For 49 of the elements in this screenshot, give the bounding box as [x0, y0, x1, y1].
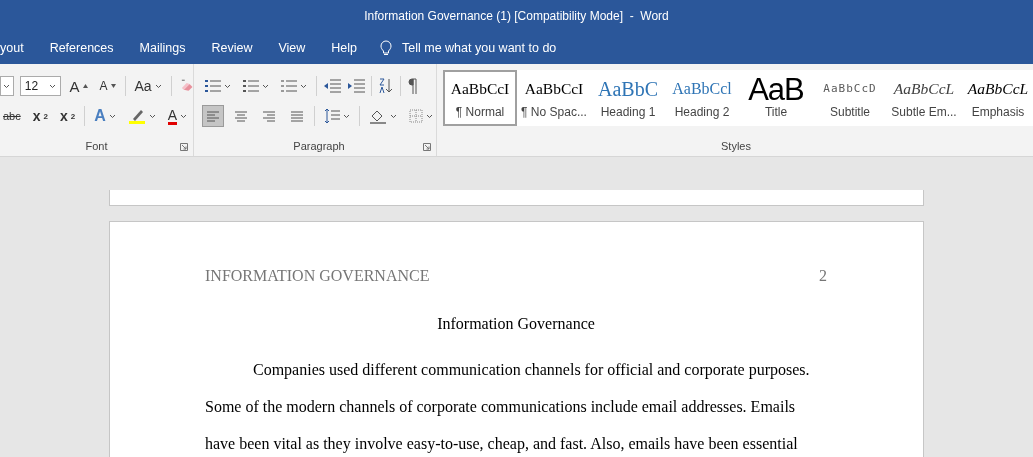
group-label: Styles — [721, 139, 751, 154]
window-title: Information Governance (1) [Compatibility Mode] - Word — [364, 9, 669, 23]
dialog-launcher-icon[interactable] — [180, 143, 188, 151]
pilcrow-icon[interactable] — [407, 78, 417, 94]
ribbon-tab[interactable]: Review — [198, 32, 266, 64]
running-head: INFORMATION GOVERNANCE — [205, 267, 430, 285]
ribbon-tab[interactable]: Mailings — [126, 32, 199, 64]
ribbon-tab[interactable]: Help — [318, 32, 371, 64]
grow-font-button[interactable]: A — [66, 75, 91, 97]
justify-icon — [290, 109, 304, 123]
up-caret-icon — [82, 84, 88, 88]
sort-icon[interactable] — [378, 78, 394, 94]
body-paragraph: Companies used different communication channels for official and corporate purposes. Some of the modern channels of corporate communications include email addresses. Emails have been vital as they involve easy-to-use, cheap, and fast. Also, emails have been essential — [205, 360, 811, 455]
dialog-launcher-icon[interactable] — [423, 143, 431, 151]
increase-indent-icon[interactable] — [347, 79, 365, 93]
ribbon-tab[interactable]: References — [36, 32, 127, 64]
style-gallery-item[interactable]: AaBbC Heading 1 — [591, 70, 665, 126]
align-right-icon — [262, 109, 276, 123]
align-center-icon — [234, 109, 248, 123]
ribbon-tab[interactable]: yout — [0, 32, 37, 64]
down-caret-icon — [110, 84, 116, 88]
text-effects-button[interactable]: A — [91, 105, 119, 127]
strikethrough-button[interactable]: abc — [0, 105, 24, 127]
style-gallery-item[interactable]: AaBbCcI ¶ No Spac... — [517, 70, 591, 126]
page-number: 2 — [819, 267, 827, 285]
font-color-button[interactable]: A — [164, 105, 191, 127]
style-gallery-item[interactable]: AaBbCcI ¶ Normal — [443, 70, 517, 126]
group-label: Paragraph — [293, 139, 345, 154]
group-label: Font — [85, 139, 108, 154]
multilevel-list-icon — [281, 79, 297, 93]
style-gallery-item[interactable]: AaB Title — [739, 70, 813, 126]
decrease-indent-icon[interactable] — [323, 79, 341, 93]
bullet-list-icon — [205, 79, 221, 93]
line-spacing-icon — [324, 108, 340, 124]
align-left-icon — [206, 109, 220, 123]
style-gallery-item[interactable]: AaBbCcl Heading 2 — [665, 70, 739, 126]
document-title: Information Governance — [437, 315, 595, 332]
style-gallery-item[interactable]: AaBbCcD Subtitle — [813, 70, 887, 126]
shrink-font-button[interactable]: A — [96, 75, 119, 97]
font-size-field[interactable]: 12 — [19, 76, 61, 96]
style-gallery-item[interactable]: AaBbCcL Subtle Em... — [887, 70, 961, 126]
tell-me-search-field[interactable]: Tell me what you want to do — [402, 41, 557, 55]
highlighter-icon — [127, 108, 146, 124]
change-case-button[interactable]: Aa — [131, 75, 165, 97]
numbered-list-icon — [243, 79, 259, 93]
ribbon-tab[interactable]: View — [265, 32, 319, 64]
lightbulb-icon — [380, 40, 393, 56]
superscript-button[interactable]: x $^{2}$ — [57, 105, 79, 127]
style-gallery-item[interactable]: AaBbCcL Emphasis — [961, 70, 1033, 126]
